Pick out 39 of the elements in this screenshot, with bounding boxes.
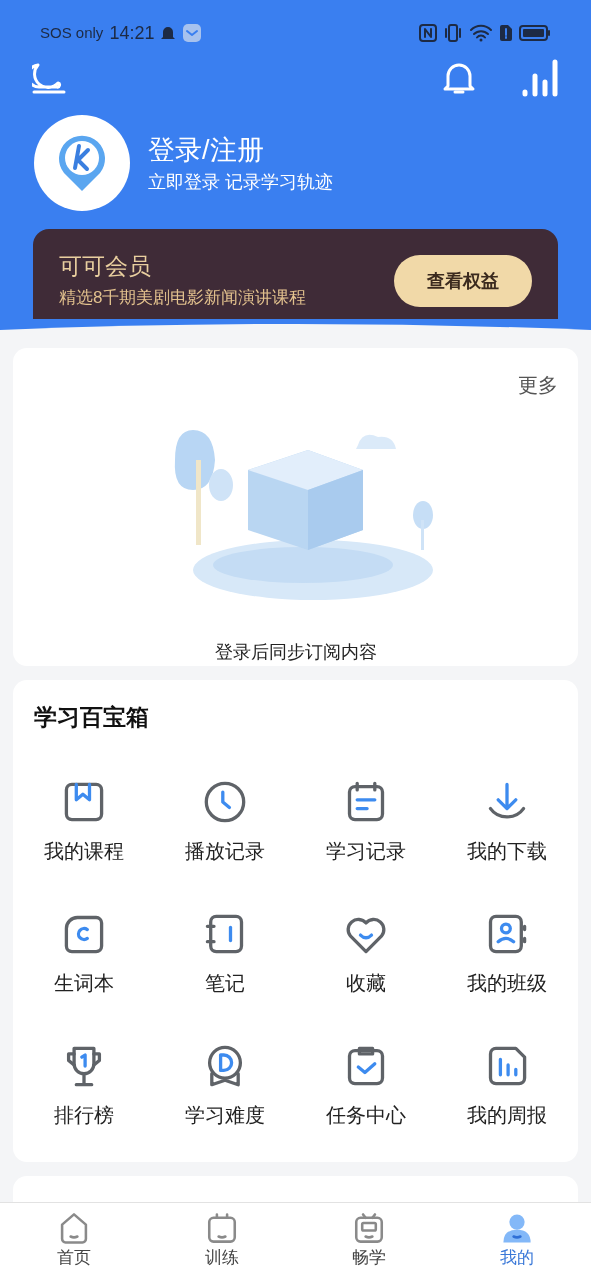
more-link[interactable]: 更多 [518,371,558,399]
membership-card[interactable]: 可可会员 精选8千期美剧电影新闻演讲课程 查看权益 [33,229,558,319]
toolbox-item[interactable]: 笔记 [154,912,296,996]
toolbox-item[interactable]: 我的下载 [436,780,578,864]
tab[interactable]: 畅学 [295,1211,444,1280]
membership-description: 精选8千期美剧电影新闻演讲课程 [59,287,307,309]
login-title[interactable]: 登录/注册 [148,132,333,168]
bar-chart-icon [521,58,559,98]
membership-title: 可可会员 [59,252,152,281]
toolbox-item[interactable]: 生词本 [13,912,155,996]
bell-icon [442,61,476,95]
clock-icon [202,780,247,824]
map-pin-logo-icon [56,133,108,193]
notification-bell-icon [160,24,177,42]
clock-time: 14:21 [109,21,155,45]
tab[interactable]: 训练 [147,1211,296,1280]
toolbox-item[interactable]: 我的课程 [13,780,155,864]
toolbox-item[interactable]: 排行榜 [13,1044,155,1128]
toolbox-item[interactable]: 我的班级 [436,912,578,996]
login-subtitle: 立即登录 记录学习轨迹 [148,171,333,194]
empty-state-text: 登录后同步订阅内容 [213,641,378,664]
stats-button[interactable] [521,58,559,98]
carrier-text: SOS only [40,22,104,43]
tab[interactable]: 首页 [0,1211,148,1280]
toolbox-item[interactable]: 收藏 [295,912,437,996]
nfc-icon [419,24,437,42]
vibrate-icon [443,24,463,42]
toolbox-title: 学习百宝箱 [34,703,149,732]
toolbox-item[interactable]: 学习难度 [154,1044,296,1128]
toolbox-item[interactable]: 我的周报 [436,1044,578,1128]
tab[interactable]: 我的 [443,1211,591,1280]
toolbox-item[interactable]: 学习记录 [295,780,437,864]
wifi-icon [469,24,493,42]
battery-icon [519,24,551,42]
view-benefits-button[interactable]: 查看权益 [394,255,532,307]
sim-alert-icon [499,24,513,42]
app-icon [182,23,203,43]
toolbox-item[interactable]: 播放记录 [154,780,296,864]
toolbox-item[interactable]: 任务中心 [295,1044,437,1128]
